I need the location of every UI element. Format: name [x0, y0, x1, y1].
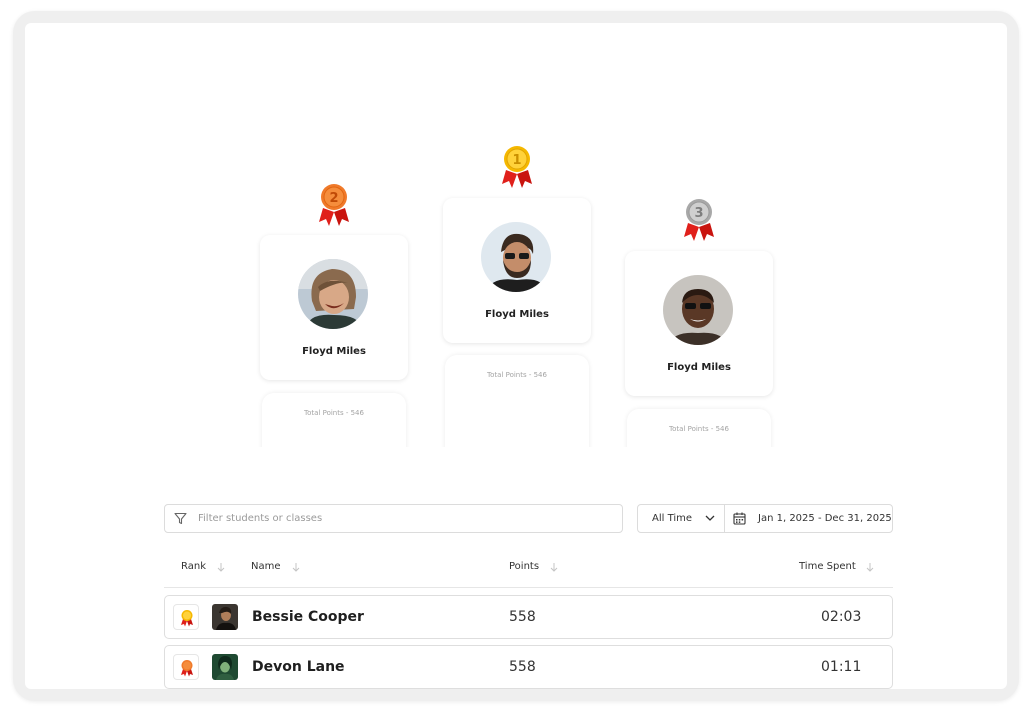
student-name: Devon Lane — [252, 659, 345, 675]
student-name: Floyd Miles — [302, 346, 366, 357]
filter-icon — [174, 512, 187, 525]
period-dropdown[interactable]: All Time — [638, 505, 724, 532]
sort-arrow-icon[interactable] — [866, 562, 874, 572]
medal-1-icon: 1 — [502, 146, 532, 188]
svg-text:3: 3 — [694, 206, 703, 221]
period-value: All Time — [652, 513, 693, 524]
search-input[interactable]: Filter students or classes — [164, 504, 623, 533]
table-row[interactable]: Devon Lane 558 01:11 — [164, 645, 893, 689]
podium-card[interactable]: Floyd Miles — [443, 198, 591, 343]
sort-arrow-icon[interactable] — [550, 562, 558, 572]
column-header-points[interactable]: Points — [509, 561, 539, 572]
column-header-time[interactable]: Time Spent — [799, 561, 856, 572]
points-value: 558 — [509, 609, 536, 625]
points-card: Total Points - 546 — [445, 355, 589, 455]
sort-arrow-icon[interactable] — [217, 562, 225, 572]
points-value: 558 — [509, 659, 536, 675]
calendar-icon — [733, 512, 746, 525]
podium-fade — [25, 447, 1007, 487]
student-name: Bessie Cooper — [252, 609, 364, 625]
total-points: Total Points - 546 — [304, 409, 364, 417]
date-filter: All Time Jan 1, 2025 - Dec 31, 2025 — [637, 504, 893, 533]
student-name: Floyd Miles — [667, 362, 731, 373]
column-header-name[interactable]: Name — [251, 561, 281, 572]
rank-badge — [173, 604, 199, 630]
student-name: Floyd Miles — [485, 309, 549, 320]
date-range-value: Jan 1, 2025 - Dec 31, 2025 — [758, 513, 892, 524]
podium-card[interactable]: Floyd Miles — [260, 235, 408, 380]
avatar — [481, 222, 551, 292]
svg-text:2: 2 — [329, 191, 338, 206]
points-card: Total Points - 546 — [262, 393, 406, 453]
gold-medal-icon — [181, 610, 193, 627]
avatar — [212, 604, 238, 630]
search-placeholder: Filter students or classes — [198, 513, 323, 524]
time-spent-value: 02:03 — [821, 609, 862, 625]
sort-arrow-icon[interactable] — [292, 562, 300, 572]
svg-text:1: 1 — [512, 153, 521, 168]
total-points: Total Points - 546 — [487, 371, 547, 379]
bronze-medal-icon — [181, 660, 193, 677]
podium-card[interactable]: Floyd Miles — [625, 251, 773, 396]
avatar — [663, 275, 733, 345]
medal-3-icon: 3 — [684, 199, 714, 241]
app-frame: 2 Floyd Miles Total Points - 546 1 Floyd… — [13, 11, 1019, 701]
rank-badge — [173, 654, 199, 680]
chevron-down-icon — [705, 515, 715, 521]
date-range-picker[interactable]: Jan 1, 2025 - Dec 31, 2025 — [725, 505, 892, 532]
avatar — [298, 259, 368, 329]
medal-2-icon: 2 — [319, 184, 349, 226]
leaderboard-panel: 2 Floyd Miles Total Points - 546 1 Floyd… — [25, 23, 1007, 689]
time-spent-value: 01:11 — [821, 659, 862, 675]
header-divider — [164, 587, 893, 588]
total-points: Total Points - 546 — [669, 425, 729, 433]
avatar — [212, 654, 238, 680]
column-header-rank[interactable]: Rank — [181, 561, 206, 572]
table-row[interactable]: Bessie Cooper 558 02:03 — [164, 595, 893, 639]
